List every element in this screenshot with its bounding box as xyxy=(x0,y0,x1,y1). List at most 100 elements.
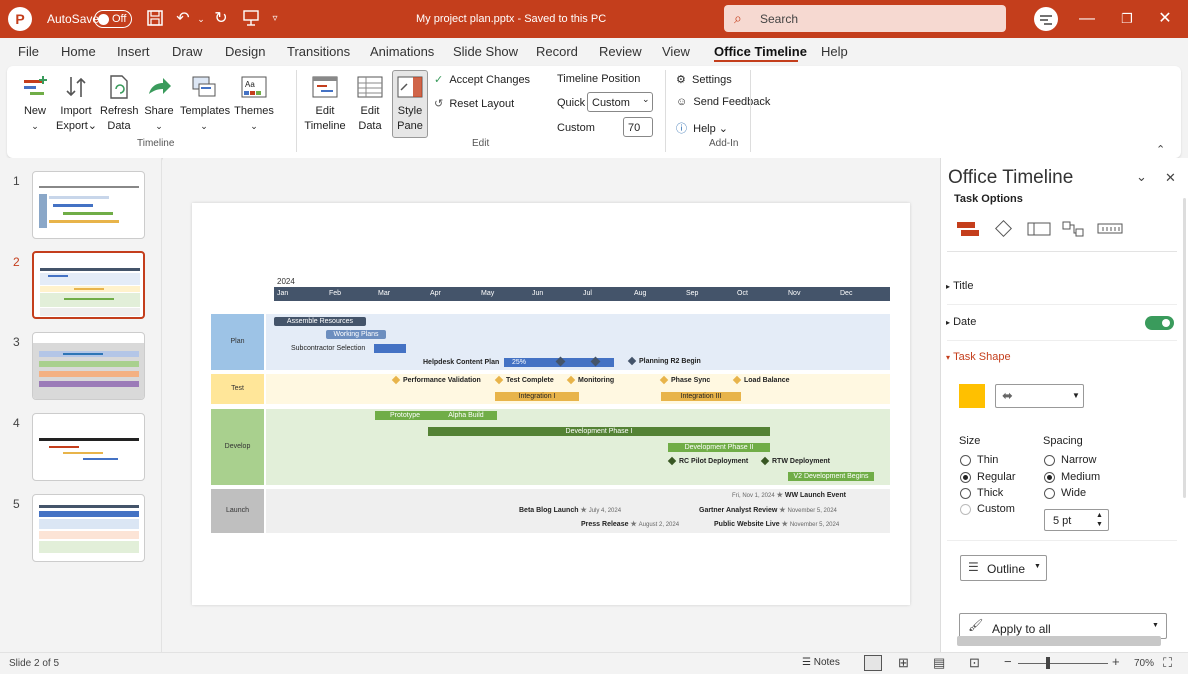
task-shape-section-header[interactable]: ▾ Task Shape xyxy=(946,351,1011,363)
quick-position-select[interactable]: Custom ⌄ xyxy=(587,92,653,112)
milestone[interactable]: Phase Sync xyxy=(659,375,710,385)
tab-review[interactable]: Review xyxy=(599,44,642,59)
help-button[interactable]: ⓘ Help ⌄ xyxy=(676,120,728,136)
autosave-toggle[interactable]: Off xyxy=(94,10,132,28)
avatar[interactable] xyxy=(1034,7,1058,31)
milestone[interactable]: RC Pilot Deployment xyxy=(667,456,748,466)
spacing-value-stepper[interactable]: 5 pt ▲ ▼ xyxy=(1044,509,1109,531)
notes-button[interactable]: ☰ Notes xyxy=(802,657,840,668)
swimlane-shape-icon[interactable] xyxy=(1027,220,1051,241)
date-section-header[interactable]: ▸ Date xyxy=(946,316,976,328)
save-icon[interactable] xyxy=(144,9,166,29)
task-bar-shape-icon[interactable] xyxy=(957,220,981,241)
redo-icon[interactable]: ↻ xyxy=(210,9,232,29)
document-title: My project plan.pptx - Saved to this PC xyxy=(416,13,607,25)
new-button[interactable]: New ⌄ xyxy=(18,74,52,134)
milestone[interactable]: Gartner Analyst Review ★ November 5, 202… xyxy=(699,506,837,514)
milestone-shape-icon[interactable] xyxy=(994,220,1014,241)
milestone[interactable]: Performance Validation xyxy=(391,375,481,385)
close-icon[interactable]: ✕ xyxy=(1154,9,1176,29)
milestone[interactable]: Monitoring xyxy=(566,375,614,385)
tab-transitions[interactable]: Transitions xyxy=(287,44,350,59)
outline-dropdown[interactable]: ☰ Outline ▼ xyxy=(960,555,1047,581)
milestone[interactable]: Fri, Nov 1, 2024 ★ WW Launch Event xyxy=(732,491,846,499)
date-toggle[interactable] xyxy=(1145,316,1174,330)
dependency-shape-icon[interactable] xyxy=(1062,220,1086,241)
tab-home[interactable]: Home xyxy=(61,44,96,59)
zoom-slider-thumb[interactable] xyxy=(1046,657,1050,669)
zoom-in-icon[interactable]: + xyxy=(1112,654,1120,669)
minimize-icon[interactable]: — xyxy=(1076,9,1098,29)
collapse-ribbon-icon[interactable]: ⌃ xyxy=(1156,143,1165,156)
settings-button[interactable]: ⚙ Settings xyxy=(676,73,732,86)
zoom-slider[interactable] xyxy=(1018,663,1108,664)
edit-timeline-button[interactable]: Edit Timeline xyxy=(303,74,347,134)
slide-sorter-icon[interactable]: ⊞ xyxy=(898,655,909,671)
zoom-out-icon[interactable]: − xyxy=(1004,654,1012,669)
task-bar[interactable]: Integration III xyxy=(661,392,741,401)
task-bar[interactable]: Development Phase I xyxy=(428,427,770,436)
pane-vertical-scrollbar[interactable] xyxy=(1183,198,1186,498)
task-bar[interactable]: V2 Development Begins xyxy=(788,472,874,481)
milestone[interactable]: Test Complete xyxy=(494,375,554,385)
fit-to-window-icon[interactable]: ⛶ xyxy=(1163,655,1172,671)
edit-data-button[interactable]: Edit Data xyxy=(352,74,388,134)
normal-view-icon[interactable] xyxy=(864,655,882,671)
tab-slide-show[interactable]: Slide Show xyxy=(453,44,518,59)
undo-dropdown-icon[interactable]: ⌄ xyxy=(190,9,212,29)
tab-office-timeline[interactable]: Office Timeline xyxy=(714,44,807,59)
task-bar[interactable]: Working Plans xyxy=(326,330,386,339)
restore-icon[interactable]: ❐ xyxy=(1116,9,1138,29)
task-bar[interactable]: Prototype xyxy=(375,411,435,420)
zoom-level[interactable]: 70% xyxy=(1134,658,1154,669)
customize-toolbar-icon[interactable]: ▿ xyxy=(264,9,286,29)
themes-button[interactable]: Aa Themes ⌄ xyxy=(233,74,275,134)
tab-file[interactable]: File xyxy=(18,44,39,59)
milestone[interactable]: Planning R2 Begin xyxy=(627,356,701,366)
close-pane-icon[interactable]: ✕ xyxy=(1165,170,1176,186)
chevron-down-icon[interactable]: ⌄ xyxy=(1136,169,1147,185)
tab-insert[interactable]: Insert xyxy=(117,44,150,59)
task-bar[interactable] xyxy=(374,344,406,353)
shape-style-dropdown[interactable]: ⬌ ▼ xyxy=(995,384,1084,408)
share-button[interactable]: Share ⌄ xyxy=(142,74,176,134)
month-label: Feb xyxy=(329,290,342,297)
reading-view-icon[interactable]: ▤ xyxy=(933,655,945,671)
slide-thumbnail-1[interactable] xyxy=(32,171,145,239)
custom-position-input[interactable]: 70 xyxy=(623,117,653,137)
accept-changes-button[interactable]: ✓ Accept Changes xyxy=(434,73,530,86)
milestone[interactable]: RTW Deployment xyxy=(760,456,830,466)
templates-button[interactable]: Templates ⌄ xyxy=(180,74,230,134)
task-bar[interactable]: Assemble Resources xyxy=(274,317,366,326)
refresh-data-button[interactable]: Refresh Data xyxy=(100,74,139,134)
shape-color-swatch[interactable] xyxy=(959,384,985,408)
slide[interactable]: 2024 Jan Feb Mar Apr May Jun Jul Aug Sep… xyxy=(192,203,910,605)
title-section-header[interactable]: ▸ Title xyxy=(946,280,973,292)
slide-thumbnail-3[interactable] xyxy=(32,332,145,400)
style-pane-button[interactable]: Style Pane xyxy=(392,70,428,138)
milestone[interactable]: Beta Blog Launch ★ July 4, 2024 xyxy=(519,506,621,514)
milestone[interactable]: Press Release ★ August 2, 2024 xyxy=(581,520,679,528)
tab-animations[interactable]: Animations xyxy=(370,44,434,59)
tab-help[interactable]: Help xyxy=(821,44,848,59)
reset-layout-button[interactable]: ↺ Reset Layout xyxy=(434,97,514,110)
task-bar[interactable]: Alpha Build xyxy=(435,411,497,420)
tab-draw[interactable]: Draw xyxy=(172,44,202,59)
search-box[interactable]: ⌕ Search xyxy=(724,5,1006,32)
task-bar[interactable]: Development Phase II xyxy=(668,443,770,452)
send-feedback-button[interactable]: ☺ Send Feedback xyxy=(676,96,770,108)
milestone[interactable]: Load Balance xyxy=(732,375,790,385)
import-export-button[interactable]: Import Export⌄ xyxy=(56,74,97,134)
tab-record[interactable]: Record xyxy=(536,44,578,59)
slide-thumbnail-5[interactable] xyxy=(32,494,145,562)
milestone[interactable]: Public Website Live ★ November 5, 2024 xyxy=(714,520,839,528)
present-icon[interactable] xyxy=(240,9,262,29)
slide-thumbnail-4[interactable] xyxy=(32,413,145,481)
task-bar[interactable]: Integration I xyxy=(495,392,579,401)
timescale-shape-icon[interactable] xyxy=(1097,220,1123,241)
tab-view[interactable]: View xyxy=(662,44,690,59)
slide-thumbnail-2[interactable] xyxy=(32,251,145,319)
tab-design[interactable]: Design xyxy=(225,44,265,59)
slideshow-view-icon[interactable]: ⊡ xyxy=(969,655,980,671)
pane-horizontal-scrollbar[interactable] xyxy=(957,636,1161,646)
